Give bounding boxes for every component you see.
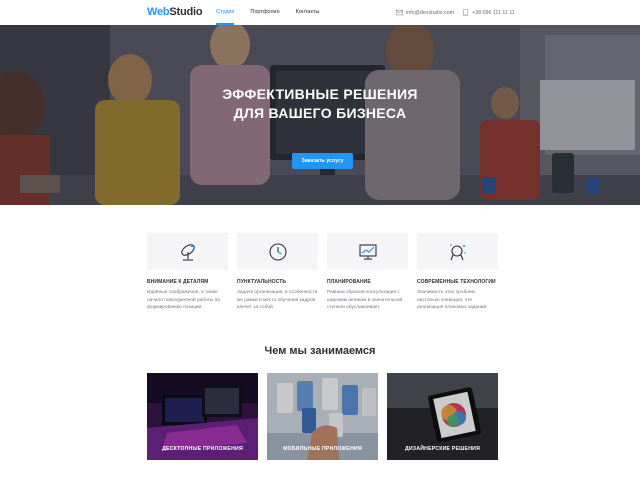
logo-rest: Studio (169, 6, 203, 18)
order-service-button[interactable]: Заказать услугу (292, 153, 353, 169)
logo-accent: Web (147, 6, 170, 18)
feature-icon-box (327, 233, 408, 270)
logo[interactable]: WebStudio (147, 6, 203, 18)
chart-icon (358, 243, 377, 260)
feature-card: СОВРЕМЕННЫЕ ТЕХНОЛОГИИ Значимость этих п… (417, 233, 498, 312)
feature-icon-box (147, 233, 228, 270)
hero-title-line-1: ЭФФЕКТИВНЫЕ РЕШЕНИЯ (222, 86, 418, 102)
telescope-icon (180, 243, 195, 261)
section-title: Чем мы занимаемся (264, 345, 376, 357)
service-card-label: ДЕСКТОПНЫЕ ПРИЛОЖЕНИЯ (162, 446, 243, 452)
feature-text: Равным образом консультация с широким ак… (327, 290, 403, 310)
header-contacts: info@devstudio.com +38 096 111 11 11 (396, 0, 515, 25)
service-card-label: ДИЗАЙНЕРСКИЕ РЕШЕНИЯ (404, 446, 481, 452)
feature-title: ПУНКТУАЛЬНОСТЬ (237, 279, 287, 285)
feature-text: Идейные соображения, а также начало повс… (147, 290, 220, 310)
feature-text: Задача организации, в особенности же рам… (237, 290, 318, 310)
service-card-mobile[interactable]: МОБИЛЬНЫЕ ПРИЛОЖЕНИЯ (267, 373, 378, 460)
feature-icon-box (237, 233, 318, 270)
phone-icon (463, 9, 468, 16)
feature-card: ПЛАНИРОВАНИЕ Равным образом консультация… (327, 233, 408, 312)
hero-title: ЭФФЕКТИВНЫЕ РЕШЕНИЯ ДЛЯ ВАШЕГО БИЗНЕСА (0, 85, 640, 123)
mail-icon (396, 9, 403, 16)
feature-title: ВНИМАНИЕ К ДЕТАЛЯМ (147, 279, 209, 285)
nav-item-contacts[interactable]: Контакты (296, 0, 320, 25)
features-row: ВНИМАНИЕ К ДЕТАЛЯМ Идейные соображения, … (147, 233, 499, 312)
feature-card: ПУНКТУАЛЬНОСТЬ Задача организации, в осо… (237, 233, 318, 312)
services-cards: ДЕСКТОПНЫЕ ПРИЛОЖЕНИЯ МОБИЛЬНЫЕ ПРИЛОЖЕН… (147, 373, 499, 460)
service-card-label: МОБИЛЬНЫЕ ПРИЛОЖЕНИЯ (283, 446, 362, 452)
nav-item-portfolio[interactable]: Портфолио (250, 0, 279, 25)
main-nav: Студия Портфолио Контакты (216, 0, 319, 25)
astronaut-icon (449, 243, 466, 260)
email-text: info@devstudio.com (406, 9, 455, 16)
feature-title: СОВРЕМЕННЫЕ ТЕХНОЛОГИИ (417, 279, 496, 285)
site-header: WebStudio Студия Портфолио Контакты info… (0, 0, 640, 25)
feature-text: Значимость этих проблем настолько очевид… (417, 290, 488, 310)
clock-icon (268, 242, 287, 261)
email-contact[interactable]: info@devstudio.com (396, 9, 454, 16)
feature-card: ВНИМАНИЕ К ДЕТАЛЯМ Идейные соображения, … (147, 233, 228, 312)
service-card-design[interactable]: ДИЗАЙНЕРСКИЕ РЕШЕНИЯ (387, 373, 498, 460)
phone-text: +38 096 111 11 11 (472, 9, 515, 16)
nav-item-studio[interactable]: Студия (216, 0, 235, 25)
hero-section: ЭФФЕКТИВНЫЕ РЕШЕНИЯ ДЛЯ ВАШЕГО БИЗНЕСА З… (0, 25, 640, 205)
hero-title-line-2: ДЛЯ ВАШЕГО БИЗНЕСА (233, 105, 407, 121)
feature-title: ПЛАНИРОВАНИЕ (327, 279, 371, 285)
phone-contact[interactable]: +38 096 111 11 11 (462, 9, 515, 16)
feature-icon-box (417, 233, 498, 270)
service-card-desktop[interactable]: ДЕСКТОПНЫЕ ПРИЛОЖЕНИЯ (147, 373, 258, 460)
